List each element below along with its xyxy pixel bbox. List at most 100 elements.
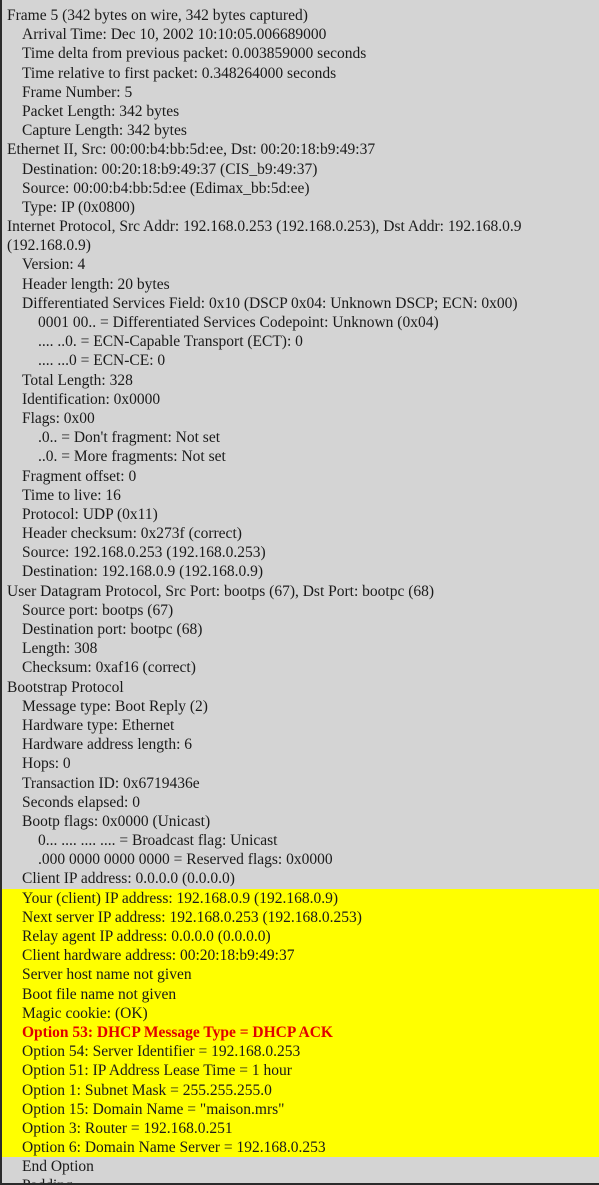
tree-row[interactable]: Your (client) IP address: 192.168.0.9 (1… (2, 888, 599, 908)
tree-row-label: End Option (22, 1158, 94, 1176)
tree-row-label: Boot file name not given (22, 985, 177, 1003)
tree-row-label: Option 6: Domain Name Server = 192.168.0… (22, 1139, 326, 1157)
tree-row[interactable]: Seconds elapsed: 0 (2, 793, 599, 812)
tree-row[interactable]: Total Length: 328 (2, 371, 599, 390)
tree-row-label: Fragment offset: 0 (22, 467, 137, 485)
tree-row[interactable]: Option 3: Router = 192.168.0.251 (2, 1118, 599, 1139)
tree-row-label: Type: IP (0x0800) (22, 198, 135, 216)
tree-row[interactable]: End Option (2, 1157, 599, 1176)
tree-row[interactable]: Bootp flags: 0x0000 (Unicast) (2, 812, 599, 831)
tree-row[interactable]: Time relative to first packet: 0.3482640… (2, 64, 599, 83)
tree-row[interactable]: Version: 4 (2, 255, 599, 274)
tree-row[interactable]: User Datagram Protocol, Src Port: bootps… (2, 582, 599, 601)
tree-row-label: Server host name not given (22, 966, 192, 984)
tree-row-label: Header length: 20 bytes (22, 275, 170, 293)
tree-row[interactable]: Message type: Boot Reply (2) (2, 697, 599, 716)
tree-row[interactable]: Frame Number: 5 (2, 83, 599, 102)
tree-row[interactable]: ..0. = More fragments: Not set (2, 447, 599, 466)
tree-row[interactable]: Option 1: Subnet Mask = 255.255.255.0 (2, 1080, 599, 1100)
protocol-tree[interactable]: Frame 5 (342 bytes on wire, 342 bytes ca… (2, 6, 599, 1183)
tree-row-label: Option 53: DHCP Message Type = DHCP ACK (22, 1023, 333, 1041)
tree-row-label: Total Length: 328 (22, 371, 133, 389)
tree-row[interactable]: Capture Length: 342 bytes (2, 121, 599, 140)
tree-row[interactable]: Time to live: 16 (2, 486, 599, 505)
packet-details-pane: Frame 5 (342 bytes on wire, 342 bytes ca… (0, 0, 599, 1185)
tree-row[interactable]: Internet Protocol, Src Addr: 192.168.0.2… (2, 217, 599, 236)
tree-row[interactable]: Fragment offset: 0 (2, 467, 599, 486)
tree-row[interactable]: Ethernet II, Src: 00:00:b4:bb:5d:ee, Dst… (2, 140, 599, 159)
tree-row[interactable]: Destination: 00:20:18:b9:49:37 (CIS_b9:4… (2, 160, 599, 179)
tree-row-label: Destination port: bootpc (68) (22, 621, 203, 638)
tree-row[interactable]: .... ..0. = ECN-Capable Transport (ECT):… (2, 332, 599, 351)
tree-row[interactable]: Transaction ID: 0x6719436e (2, 774, 599, 793)
tree-row-label: Arrival Time: Dec 10, 2002 10:10:05.0066… (22, 26, 327, 44)
tree-row-label: Time to live: 16 (22, 486, 121, 504)
tree-row[interactable]: (192.168.0.9) (2, 236, 599, 255)
tree-row[interactable]: Source: 192.168.0.253 (192.168.0.253) (2, 543, 599, 562)
tree-row[interactable]: Frame 5 (342 bytes on wire, 342 bytes ca… (2, 6, 599, 25)
tree-row[interactable]: Hops: 0 (2, 754, 599, 773)
tree-row-label: Magic cookie: (OK) (22, 1004, 148, 1022)
tree-row[interactable]: 0... .... .... .... = Broadcast flag: Un… (2, 831, 599, 850)
tree-row[interactable]: Hardware type: Ethernet (2, 716, 599, 735)
tree-row[interactable]: Server host name not given (2, 965, 599, 985)
tree-row[interactable]: Checksum: 0xaf16 (correct) (2, 658, 599, 677)
tree-row[interactable]: .0.. = Don't fragment: Not set (2, 428, 599, 447)
tree-row[interactable]: Source: 00:00:b4:bb:5d:ee (Edimax_bb:5d:… (2, 179, 599, 198)
tree-row-label: Client hardware address: 00:20:18:b9:49:… (22, 947, 295, 965)
tree-row-label: 0001 00.. = Differentiated Services Code… (38, 314, 439, 331)
tree-row[interactable]: .000 0000 0000 0000 = Reserved flags: 0x… (2, 850, 599, 869)
tree-row[interactable]: .... ...0 = ECN-CE: 0 (2, 351, 599, 370)
tree-row[interactable]: Flags: 0x00 (2, 409, 599, 428)
tree-row-label: Packet Length: 342 bytes (22, 102, 180, 120)
tree-row-label: Differentiated Services Field: 0x10 (DSC… (22, 294, 518, 312)
tree-row[interactable]: Destination port: bootpc (68) (2, 620, 599, 639)
tree-row[interactable]: Client IP address: 0.0.0.0 (0.0.0.0) (2, 869, 599, 888)
tree-row[interactable]: Option 53: DHCP Message Type = DHCP ACK (2, 1022, 599, 1043)
tree-row-label: Time relative to first packet: 0.3482640… (22, 64, 337, 82)
tree-row[interactable]: Differentiated Services Field: 0x10 (DSC… (2, 294, 599, 313)
tree-row[interactable]: Destination: 192.168.0.9 (192.168.0.9) (2, 562, 599, 581)
tree-row[interactable]: Client hardware address: 00:20:18:b9:49:… (2, 946, 599, 966)
tree-row[interactable]: Padding (2, 1176, 599, 1183)
tree-row-label: Length: 308 (22, 640, 98, 658)
tree-row-label: Bootp flags: 0x0000 (Unicast) (22, 812, 211, 830)
tree-row-label: Option 54: Server Identifier = 192.168.0… (22, 1043, 301, 1061)
tree-row[interactable]: Option 54: Server Identifier = 192.168.0… (2, 1042, 599, 1062)
tree-row[interactable]: Boot file name not given (2, 984, 599, 1004)
tree-row-label: User Datagram Protocol, Src Port: bootps… (7, 582, 435, 600)
tree-row[interactable]: Option 15: Domain Name = "maison.mrs" (2, 1099, 599, 1119)
tree-row-label: Hops: 0 (22, 755, 71, 773)
tree-row-label: Version: 4 (22, 256, 86, 274)
tree-row[interactable]: Option 6: Domain Name Server = 192.168.0… (2, 1138, 599, 1158)
tree-row[interactable]: Protocol: UDP (0x11) (2, 505, 599, 524)
tree-row[interactable]: Hardware address length: 6 (2, 735, 599, 754)
tree-row[interactable]: Header checksum: 0x273f (correct) (2, 524, 599, 543)
tree-row-label: Identification: 0x0000 (22, 390, 161, 408)
tree-row[interactable]: Packet Length: 342 bytes (2, 102, 599, 121)
tree-row[interactable]: Magic cookie: (OK) (2, 1003, 599, 1023)
tree-row[interactable]: Option 51: IP Address Lease Time = 1 hou… (2, 1061, 599, 1081)
tree-row[interactable]: Source port: bootps (67) (2, 601, 599, 620)
tree-row-label: Frame 5 (342 bytes on wire, 342 bytes ca… (7, 7, 308, 24)
tree-row[interactable]: Identification: 0x0000 (2, 390, 599, 409)
tree-row-label: Time delta from previous packet: 0.00385… (22, 45, 367, 63)
tree-row[interactable]: Relay agent IP address: 0.0.0.0 (0.0.0.0… (2, 927, 599, 947)
tree-row-label: Option 15: Domain Name = "maison.mrs" (22, 1100, 285, 1118)
tree-row[interactable]: Type: IP (0x0800) (2, 198, 599, 217)
tree-row-label: Message type: Boot Reply (2) (22, 697, 208, 715)
tree-row[interactable]: Header length: 20 bytes (2, 275, 599, 294)
tree-row-label: Next server IP address: 192.168.0.253 (1… (22, 908, 362, 926)
tree-row[interactable]: Bootstrap Protocol (2, 678, 599, 697)
tree-row-label: Seconds elapsed: 0 (22, 793, 140, 811)
tree-row[interactable]: Arrival Time: Dec 10, 2002 10:10:05.0066… (2, 25, 599, 44)
tree-row-label: Hardware address length: 6 (22, 736, 193, 754)
tree-row[interactable]: 0001 00.. = Differentiated Services Code… (2, 313, 599, 332)
tree-row[interactable]: Next server IP address: 192.168.0.253 (1… (2, 907, 599, 927)
tree-row-label: Source: 192.168.0.253 (192.168.0.253) (22, 544, 266, 562)
tree-row[interactable]: Time delta from previous packet: 0.00385… (2, 44, 599, 63)
tree-row[interactable]: Length: 308 (2, 639, 599, 658)
tree-row-label: .... ...0 = ECN-CE: 0 (38, 352, 166, 370)
tree-row-label: Internet Protocol, Src Addr: 192.168.0.2… (7, 218, 522, 236)
tree-row-label: Header checksum: 0x273f (correct) (22, 525, 242, 543)
